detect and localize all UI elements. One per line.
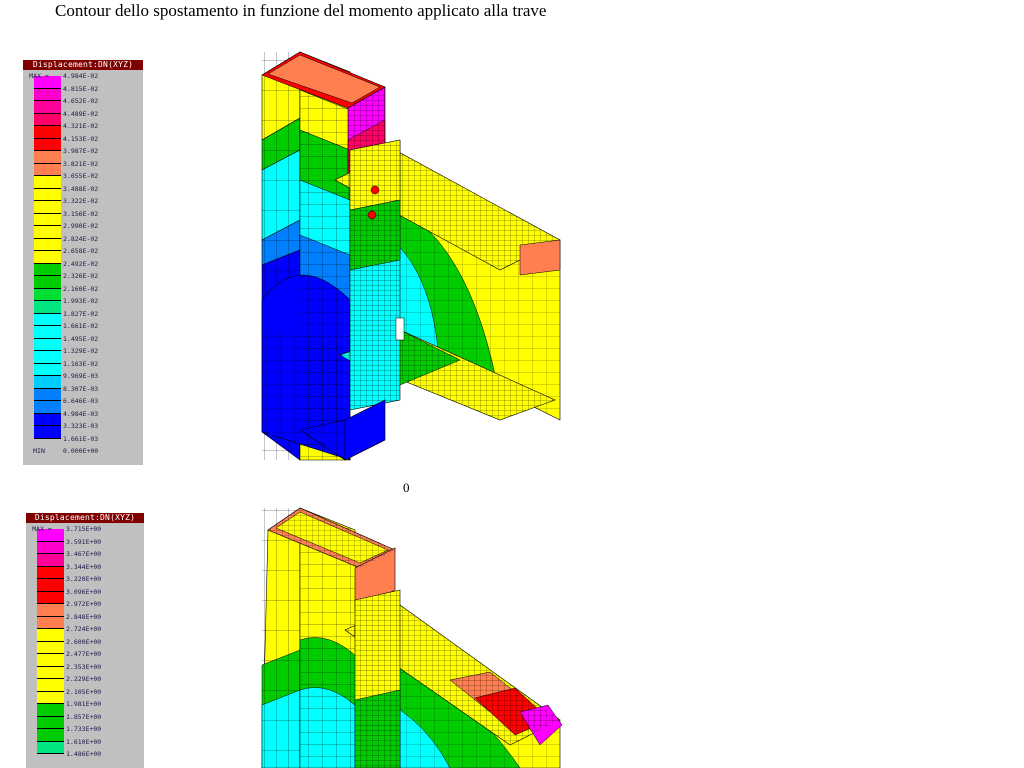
fem-model-top <box>261 51 561 461</box>
fem-model-bottom <box>261 507 563 768</box>
fem-model-views <box>261 51 563 768</box>
